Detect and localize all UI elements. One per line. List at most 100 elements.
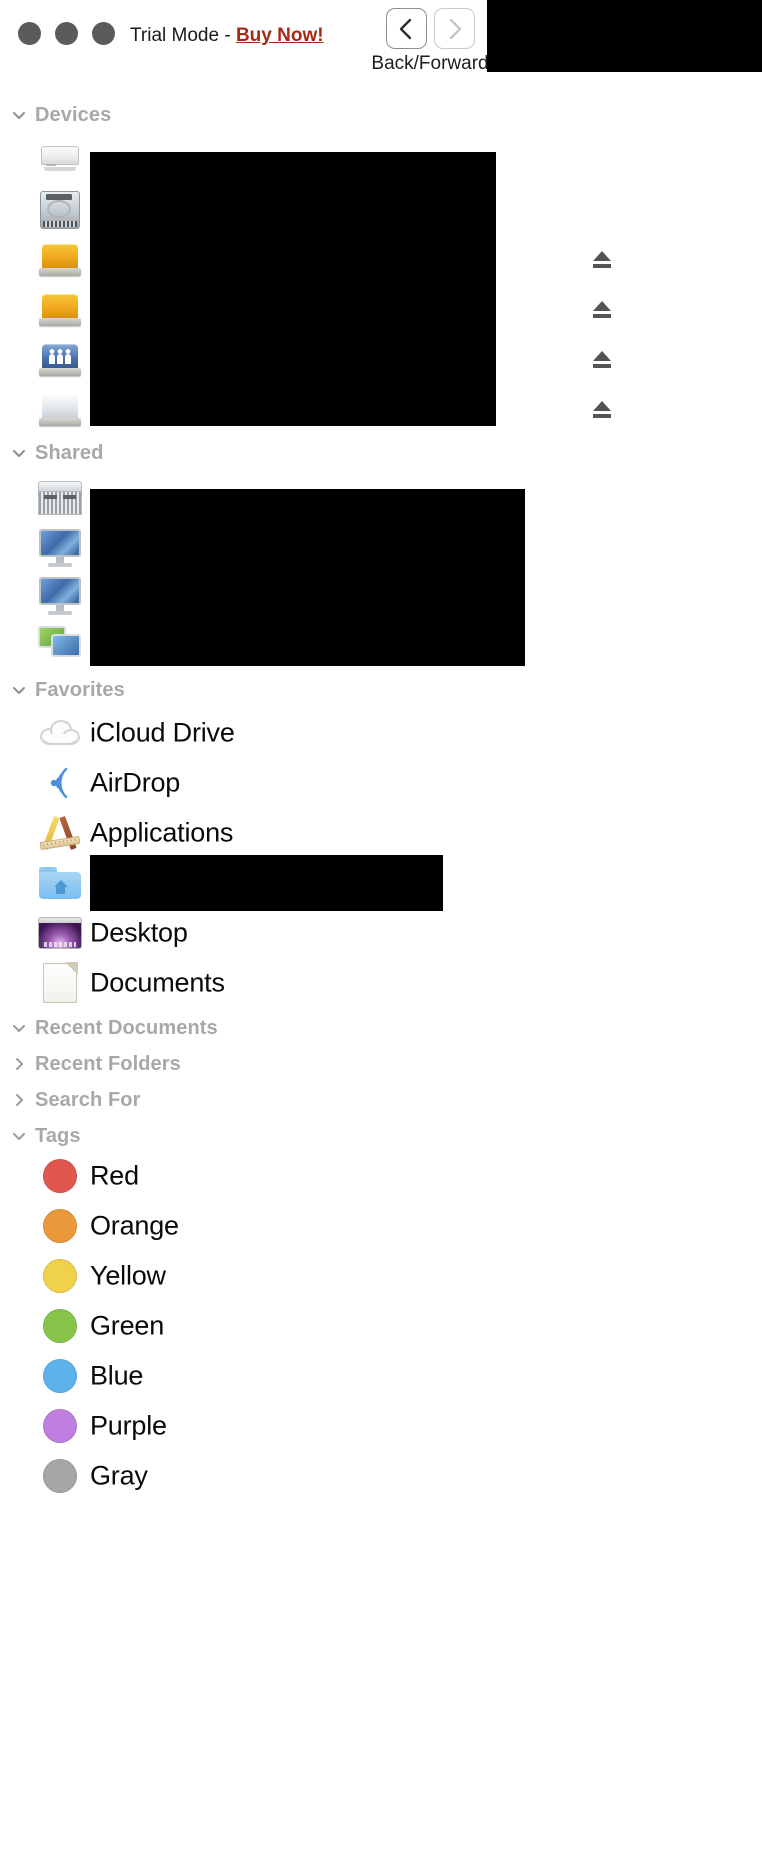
close-button[interactable]	[18, 22, 41, 45]
sidebar-item-shared-3[interactable]	[0, 570, 700, 622]
sidebar-item-label: Orange	[90, 1210, 179, 1241]
back-button[interactable]	[385, 8, 427, 49]
redacted-device-name-4	[90, 282, 496, 338]
desktop-icon	[38, 913, 82, 953]
external-drive-gray-icon	[38, 390, 82, 430]
chevron-down-icon	[13, 1133, 25, 1140]
sidebar-item-label: Yellow	[90, 1260, 166, 1291]
sidebar-item-tag-orange[interactable]: Orange	[0, 1201, 700, 1251]
tag-swatch-green	[38, 1306, 82, 1346]
section-label: Shared	[35, 441, 104, 464]
chevron-down-icon	[13, 687, 25, 694]
imac-display-icon	[38, 528, 82, 568]
buy-now-link[interactable]: Buy Now!	[236, 25, 324, 46]
tag-swatch-purple	[38, 1406, 82, 1446]
section-label: Search For	[35, 1088, 141, 1111]
section-header-tags[interactable]: Tags	[0, 1119, 640, 1153]
chevron-down-icon	[13, 112, 25, 119]
eject-button-device-6[interactable]	[589, 397, 615, 423]
sidebar-item-tag-gray[interactable]: Gray	[0, 1451, 700, 1501]
sidebar-item-shared-1[interactable]	[0, 473, 700, 541]
tag-swatch-orange	[38, 1206, 82, 1246]
redacted-shared-name-4	[90, 616, 525, 666]
internal-hard-disk-icon	[38, 190, 82, 230]
airdrop-icon	[38, 763, 82, 803]
section-label: Recent Documents	[35, 1016, 218, 1039]
section-header-devices[interactable]: Devices	[0, 98, 640, 132]
redacted-device-name-5	[90, 332, 496, 388]
sidebar-item-airdrop[interactable]: AirDrop	[0, 758, 700, 808]
chevron-right-icon	[16, 1058, 23, 1070]
section-label: Favorites	[35, 678, 125, 701]
trial-mode-banner: Trial Mode - Buy Now!	[130, 24, 324, 48]
sidebar-item-tag-red[interactable]: Red	[0, 1151, 700, 1201]
sidebar-item-shared-2[interactable]	[0, 522, 700, 574]
section-header-recent-documents[interactable]: Recent Documents	[0, 1011, 640, 1045]
users-glyph-icon	[49, 349, 71, 364]
sidebar-item-shared-4[interactable]	[0, 616, 700, 667]
tag-swatch-yellow	[38, 1256, 82, 1296]
redacted-shared-name-3	[90, 570, 525, 622]
sidebar-item-device-2[interactable]	[0, 182, 700, 238]
chevron-left-icon	[399, 18, 411, 39]
chevron-right-icon	[16, 1094, 23, 1106]
sidebar-item-label: Desktop	[90, 917, 188, 948]
sidebar-item-applications[interactable]: Applications	[0, 808, 700, 858]
sidebar-item-device-1[interactable]	[0, 133, 700, 208]
sidebar-item-label: Red	[90, 1160, 139, 1191]
redacted-device-name-6	[90, 382, 496, 426]
minimize-button[interactable]	[55, 22, 78, 45]
redacted-window-title	[487, 0, 762, 72]
section-label: Devices	[35, 103, 112, 126]
section-header-shared[interactable]: Shared	[0, 436, 640, 470]
zoom-button[interactable]	[92, 22, 115, 45]
redacted-device-name-3	[90, 232, 496, 288]
eject-button-device-4[interactable]	[589, 297, 615, 323]
sidebar-item-tag-green[interactable]: Green	[0, 1301, 700, 1351]
airport-base-station-icon	[38, 138, 82, 178]
trial-mode-text: Trial Mode -	[130, 25, 236, 46]
tag-swatch-gray	[38, 1456, 82, 1496]
sidebar-item-label: Blue	[90, 1360, 144, 1391]
home-folder-icon	[38, 863, 82, 903]
shared-drive-users-icon	[38, 340, 82, 380]
finder-sidebar-screenshot: Trial Mode - Buy Now! Back/Forward Devic…	[0, 0, 762, 1870]
tag-swatch-blue	[38, 1356, 82, 1396]
section-header-favorites[interactable]: Favorites	[0, 673, 640, 707]
external-drive-orange-icon	[38, 240, 82, 280]
sidebar-item-home-folder[interactable]	[0, 855, 700, 911]
eject-button-device-3[interactable]	[589, 247, 615, 273]
chevron-down-icon	[13, 1025, 25, 1032]
redacted-home-folder-name	[90, 855, 443, 911]
sidebar-item-label: AirDrop	[90, 767, 181, 798]
chevron-right-icon	[449, 18, 461, 39]
window-titlebar: Trial Mode - Buy Now! Back/Forward	[0, 0, 762, 95]
sidebar-item-icloud-drive[interactable]: iCloud Drive	[0, 708, 700, 758]
eject-button-device-5[interactable]	[589, 347, 615, 373]
redacted-device-name-2	[90, 182, 496, 238]
sidebar-item-tag-yellow[interactable]: Yellow	[0, 1251, 700, 1301]
sidebar-item-desktop[interactable]: Desktop	[0, 908, 700, 958]
tag-swatch-red	[38, 1156, 82, 1196]
sidebar-item-label: Green	[90, 1310, 165, 1341]
section-header-recent-folders[interactable]: Recent Folders	[0, 1047, 640, 1081]
documents-icon	[38, 962, 82, 1003]
chevron-down-icon	[13, 450, 25, 457]
all-network-icon	[38, 622, 82, 662]
sidebar-item-label: Gray	[90, 1460, 148, 1491]
sidebar-item-tag-purple[interactable]: Purple	[0, 1401, 700, 1451]
imac-display-icon	[38, 576, 82, 616]
sidebar-item-label: Applications	[90, 817, 234, 848]
redacted-shared-name-2	[90, 522, 525, 574]
sidebar-item-tag-blue[interactable]: Blue	[0, 1351, 700, 1401]
sidebar-item-label: iCloud Drive	[90, 717, 235, 748]
sidebar-item-documents[interactable]: Documents	[0, 958, 700, 1008]
section-label: Tags	[35, 1124, 81, 1147]
section-header-search-for[interactable]: Search For	[0, 1083, 640, 1117]
sidebar-item-label: Documents	[90, 967, 225, 998]
window-controls	[18, 22, 115, 45]
back-forward-annotation: Back/Forward	[370, 8, 490, 75]
icloud-drive-icon	[38, 713, 82, 753]
external-drive-orange-icon	[38, 290, 82, 330]
forward-button[interactable]	[433, 8, 475, 49]
